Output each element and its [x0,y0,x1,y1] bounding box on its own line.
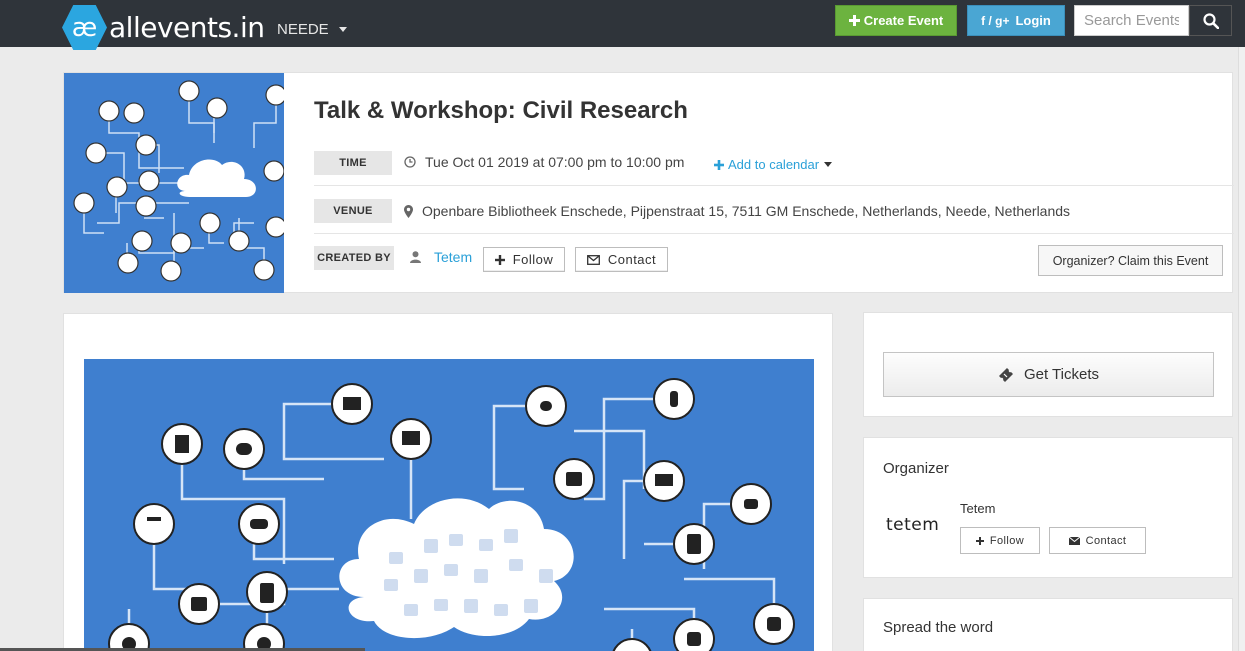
user-icon [410,251,421,263]
venue-address: Openbare Bibliotheek Enschede, Pijpenstr… [422,203,1071,219]
map-marker-icon [404,204,413,218]
social-login-icons: f / g+ [981,13,1010,28]
organizer-heading: Organizer [883,460,949,477]
create-event-label: Create Event [863,13,944,28]
create-event-button[interactable]: Create Event [835,5,957,36]
iot-network-illustration [73,80,284,282]
add-to-calendar-link[interactable]: Add to calendar [714,157,833,172]
city-selector[interactable]: NEEDE [277,21,347,38]
iot-network-illustration [108,378,795,651]
plus-icon [975,536,984,545]
logo-icon: æ [62,5,107,50]
tickets-card: Get Tickets [863,312,1233,417]
contact-label: Contact [607,252,657,267]
spread-the-word-heading: Spread the word [883,619,994,636]
organizer-follow-button[interactable]: Follow [960,527,1040,554]
site-logo[interactable]: æ allevents.in [62,5,265,50]
claim-event-button[interactable]: Organizer? Claim this Event [1038,245,1223,276]
clock-icon [404,156,416,168]
plus-icon [714,159,724,170]
chevron-down-icon [824,162,833,167]
search-icon [1202,12,1219,29]
venue-info: Openbare Bibliotheek Enschede, Pijpenstr… [404,203,1070,219]
logo-glyph: æ [71,12,98,43]
brand-name: allevents.in [109,11,265,44]
plus-icon [494,254,505,265]
scrollbar[interactable] [1238,47,1245,651]
venue-label: VENUE [314,199,392,223]
organizer-contact-label: Contact [1085,534,1127,547]
plus-icon [848,15,860,26]
get-tickets-label: Get Tickets [1023,366,1100,383]
ticket-icon [998,367,1013,382]
share-card: Spread the word [863,598,1233,651]
time-info: Tue Oct 01 2019 at 07:00 pm to 10:00 pm [404,154,684,170]
envelope-icon [586,254,600,265]
add-to-calendar-label: Add to calendar [728,157,820,172]
creator-link[interactable]: Tetem [434,249,472,265]
event-title: Talk & Workshop: Civil Research [314,97,688,124]
created-by-label: CREATED BY [314,246,394,270]
organizer-follow-label: Follow [989,534,1025,547]
login-label: Login [1015,13,1051,28]
follow-button[interactable]: Follow [483,247,565,272]
event-time: Tue Oct 01 2019 at 07:00 pm to 10:00 pm [425,154,685,170]
envelope-icon [1068,536,1080,545]
organizer-name[interactable]: Tetem [960,501,995,516]
time-label: TIME [314,151,392,175]
contact-button[interactable]: Contact [575,247,668,272]
venue-row: VENUE Openbare Bibliotheek Enschede, Pij… [314,194,1234,234]
event-thumbnail[interactable] [64,73,284,293]
time-row: TIME Tue Oct 01 2019 at 07:00 pm to 10:0… [314,149,1234,186]
search-button[interactable] [1189,5,1232,36]
follow-label: Follow [512,252,554,267]
event-details-card [63,313,833,651]
chevron-down-icon [338,27,347,32]
event-banner-image[interactable] [84,359,814,651]
get-tickets-button[interactable]: Get Tickets [883,352,1214,397]
city-label: NEEDE [277,21,329,38]
organizer-contact-button[interactable]: Contact [1049,527,1146,554]
top-navbar: æ allevents.in NEEDE Create Event f / g+… [0,0,1245,50]
event-header-card: Talk & Workshop: Civil Research TIME Tue… [63,72,1234,293]
creator-info: Tetem [410,249,472,265]
search-input[interactable] [1074,5,1189,36]
organizer-logo[interactable]: tetem [886,515,939,535]
organizer-card: Organizer tetem Tetem Follow Contact [863,437,1233,578]
login-button[interactable]: f / g+ Login [967,5,1065,36]
